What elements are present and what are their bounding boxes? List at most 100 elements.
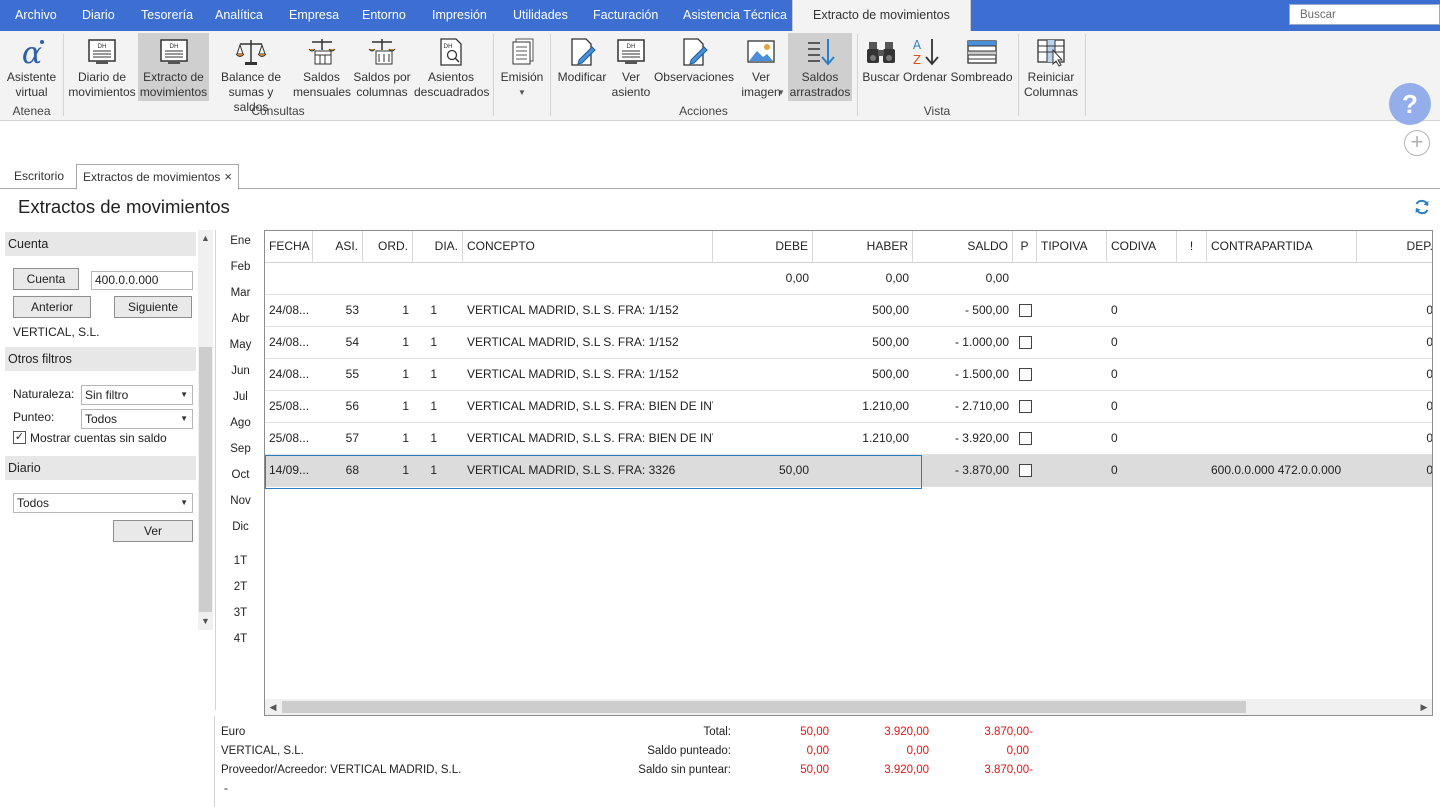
column-header-contrapartida[interactable]: CONTRAPARTIDA <box>1207 231 1357 263</box>
month-jul[interactable]: Jul <box>216 391 265 403</box>
filter-panel-scrollbar[interactable]: ▲ ▼ <box>198 230 213 630</box>
month-oct[interactable]: Oct <box>216 469 265 481</box>
scroll-thumb[interactable] <box>199 347 212 612</box>
tab-escritorio[interactable]: Escritorio <box>8 164 70 189</box>
diario-de-movimientos-button[interactable]: DH Diario de movimientos <box>68 33 136 101</box>
diario-select[interactable]: Todos ▼ <box>13 493 193 513</box>
punteo-checkbox[interactable] <box>1019 400 1032 413</box>
month-ago[interactable]: Ago <box>216 417 265 429</box>
observaciones-button[interactable]: Observaciones <box>653 33 735 101</box>
currency-label: Euro <box>221 726 246 738</box>
column-header-dia[interactable]: DIA. <box>413 231 463 263</box>
scroll-right-icon[interactable]: ▶ <box>1416 699 1432 715</box>
column-header-p[interactable]: P <box>1013 231 1037 263</box>
menu-impresion[interactable]: Impresión <box>432 0 487 31</box>
table-row[interactable]: 25/08... 56 1 1 VERTICAL MADRID, S.L S. … <box>265 391 1432 423</box>
punteo-checkbox[interactable] <box>1019 304 1032 317</box>
quarter-2t[interactable]: 2T <box>216 581 265 593</box>
siguiente-button[interactable]: Siguiente <box>114 296 192 318</box>
buscar-button[interactable]: Buscar <box>861 33 901 101</box>
month-feb[interactable]: Feb <box>216 261 265 273</box>
punteo-checkbox[interactable] <box>1019 368 1032 381</box>
quarter-1t[interactable]: 1T <box>216 555 265 567</box>
add-tab-button[interactable]: + <box>1404 130 1430 156</box>
table-row[interactable]: 25/08... 57 1 1 VERTICAL MADRID, S.L S. … <box>265 423 1432 455</box>
column-header-asi[interactable]: ASI. <box>313 231 363 263</box>
table-row[interactable]: 24/08... 54 1 1 VERTICAL MADRID, S.L S. … <box>265 327 1432 359</box>
balance-de-sumas-y-saldos-button[interactable]: Balance de sumas y saldos <box>211 33 291 114</box>
scroll-thumb[interactable] <box>282 701 1246 713</box>
menu-empresa[interactable]: Empresa <box>289 0 339 31</box>
punteo-checkbox[interactable] <box>1019 432 1032 445</box>
cuenta-input[interactable]: 400.0.0.000 <box>91 271 193 290</box>
scroll-up-icon[interactable]: ▲ <box>198 230 213 246</box>
menu-extracto-de-movimientos[interactable]: Extracto de movimientos <box>792 0 971 31</box>
month-mar[interactable]: Mar <box>216 287 265 299</box>
column-header-haber[interactable]: HABER <box>813 231 913 263</box>
search-input[interactable] <box>1290 5 1439 24</box>
column-header-ord[interactable]: ORD. <box>363 231 413 263</box>
quarter-4t[interactable]: 4T <box>216 633 265 645</box>
help-button[interactable]: ? <box>1389 83 1431 125</box>
column-header-codiva[interactable]: CODIVA <box>1107 231 1177 263</box>
punteo-select[interactable]: Todos ▼ <box>81 409 193 429</box>
month-ene[interactable]: Ene <box>216 235 265 247</box>
grid-horizontal-scrollbar[interactable]: ◀ ▶ <box>265 699 1432 715</box>
column-header-debe[interactable]: DEBE <box>713 231 813 263</box>
close-icon[interactable]: × <box>224 169 232 184</box>
menu-entorno[interactable]: Entorno <box>362 0 406 31</box>
menu-facturacion[interactable]: Facturación <box>593 0 658 31</box>
month-nov[interactable]: Nov <box>216 495 265 507</box>
reiniciar-columnas-button[interactable]: Reiniciar Columnas <box>1022 33 1080 101</box>
search-box[interactable] <box>1289 4 1440 25</box>
movements-grid: FECHA ASI. ORD. DIA. CONCEPTO DEBE HABER… <box>264 230 1433 716</box>
tab-extractos-de-movimientos[interactable]: Extractos de movimientos × <box>76 164 239 190</box>
ordenar-button[interactable]: A Z Ordenar <box>902 33 948 101</box>
punteo-checkbox[interactable] <box>1019 336 1032 349</box>
menu-tesoreria[interactable]: Tesorería <box>141 0 193 31</box>
menu-utilidades[interactable]: Utilidades <box>513 0 568 31</box>
table-row-opening[interactable]: 0,00 0,00 0,00 <box>265 263 1432 295</box>
month-may[interactable]: May <box>216 339 265 351</box>
dropdown-arrow-icon: ▼ <box>180 390 188 399</box>
anterior-button[interactable]: Anterior <box>13 296 91 318</box>
modificar-button[interactable]: Modificar <box>555 33 609 101</box>
column-header-alert[interactable]: ! <box>1177 231 1207 263</box>
naturaleza-select[interactable]: Sin filtro ▼ <box>81 385 193 405</box>
scroll-left-icon[interactable]: ◀ <box>265 699 281 715</box>
emision-button[interactable]: Emisión ▼ <box>498 33 546 101</box>
ver-asiento-button[interactable]: DH Ver asiento <box>611 33 651 101</box>
saldos-arrastrados-button[interactable]: Saldos arrastrados <box>788 33 852 101</box>
month-dic[interactable]: Dic <box>216 521 265 533</box>
scroll-down-icon[interactable]: ▼ <box>198 613 213 629</box>
refresh-icon[interactable] <box>1413 198 1431 216</box>
quarter-3t[interactable]: 3T <box>216 607 265 619</box>
month-jun[interactable]: Jun <box>216 365 265 377</box>
sombreado-button[interactable]: Sombreado <box>950 33 1013 101</box>
column-header-tipoiva[interactable]: TIPOIVA <box>1037 231 1107 263</box>
ver-imagen-button[interactable]: Ver imagen ▼ <box>737 33 785 101</box>
cuenta-button[interactable]: Cuenta <box>13 268 79 290</box>
ver-button[interactable]: Ver <box>113 520 193 542</box>
month-abr[interactable]: Abr <box>216 313 265 325</box>
extracto-de-movimientos-button[interactable]: DH Extracto de movimientos <box>138 33 209 101</box>
column-header-fecha[interactable]: FECHA <box>265 231 313 263</box>
asistente-virtual-button[interactable]: α Asistente virtual <box>3 33 60 101</box>
table-row[interactable]: 24/08... 55 1 1 VERTICAL MADRID, S.L S. … <box>265 359 1432 391</box>
column-header-concepto[interactable]: CONCEPTO <box>463 231 713 263</box>
mostrar-cuentas-checkbox[interactable]: ✓ <box>13 431 26 444</box>
month-sep[interactable]: Sep <box>216 443 265 455</box>
menu-analitica[interactable]: Analítica <box>215 0 263 31</box>
saldos-por-columnas-button[interactable]: Saldos por columnas <box>352 33 412 101</box>
menu-asistencia-tecnica[interactable]: Asistencia Técnica <box>683 0 787 31</box>
table-row-selected[interactable]: 14/09... 68 1 1 VERTICAL MADRID, S.L S. … <box>265 455 1432 487</box>
punteo-checkbox[interactable] <box>1019 464 1032 477</box>
menu-archivo[interactable]: Archivo <box>15 0 57 31</box>
cell-ord: 1 <box>402 367 409 381</box>
column-header-saldo[interactable]: SALDO <box>913 231 1013 263</box>
saldos-mensuales-button[interactable]: Saldos mensuales <box>293 33 351 101</box>
asientos-descuadrados-button[interactable]: DH Asientos descuadrados <box>414 33 489 101</box>
menu-diario[interactable]: Diario <box>82 0 115 31</box>
table-row[interactable]: 24/08... 53 1 1 VERTICAL MADRID, S.L S. … <box>265 295 1432 327</box>
column-header-dep[interactable]: DEP. <box>1357 231 1432 263</box>
